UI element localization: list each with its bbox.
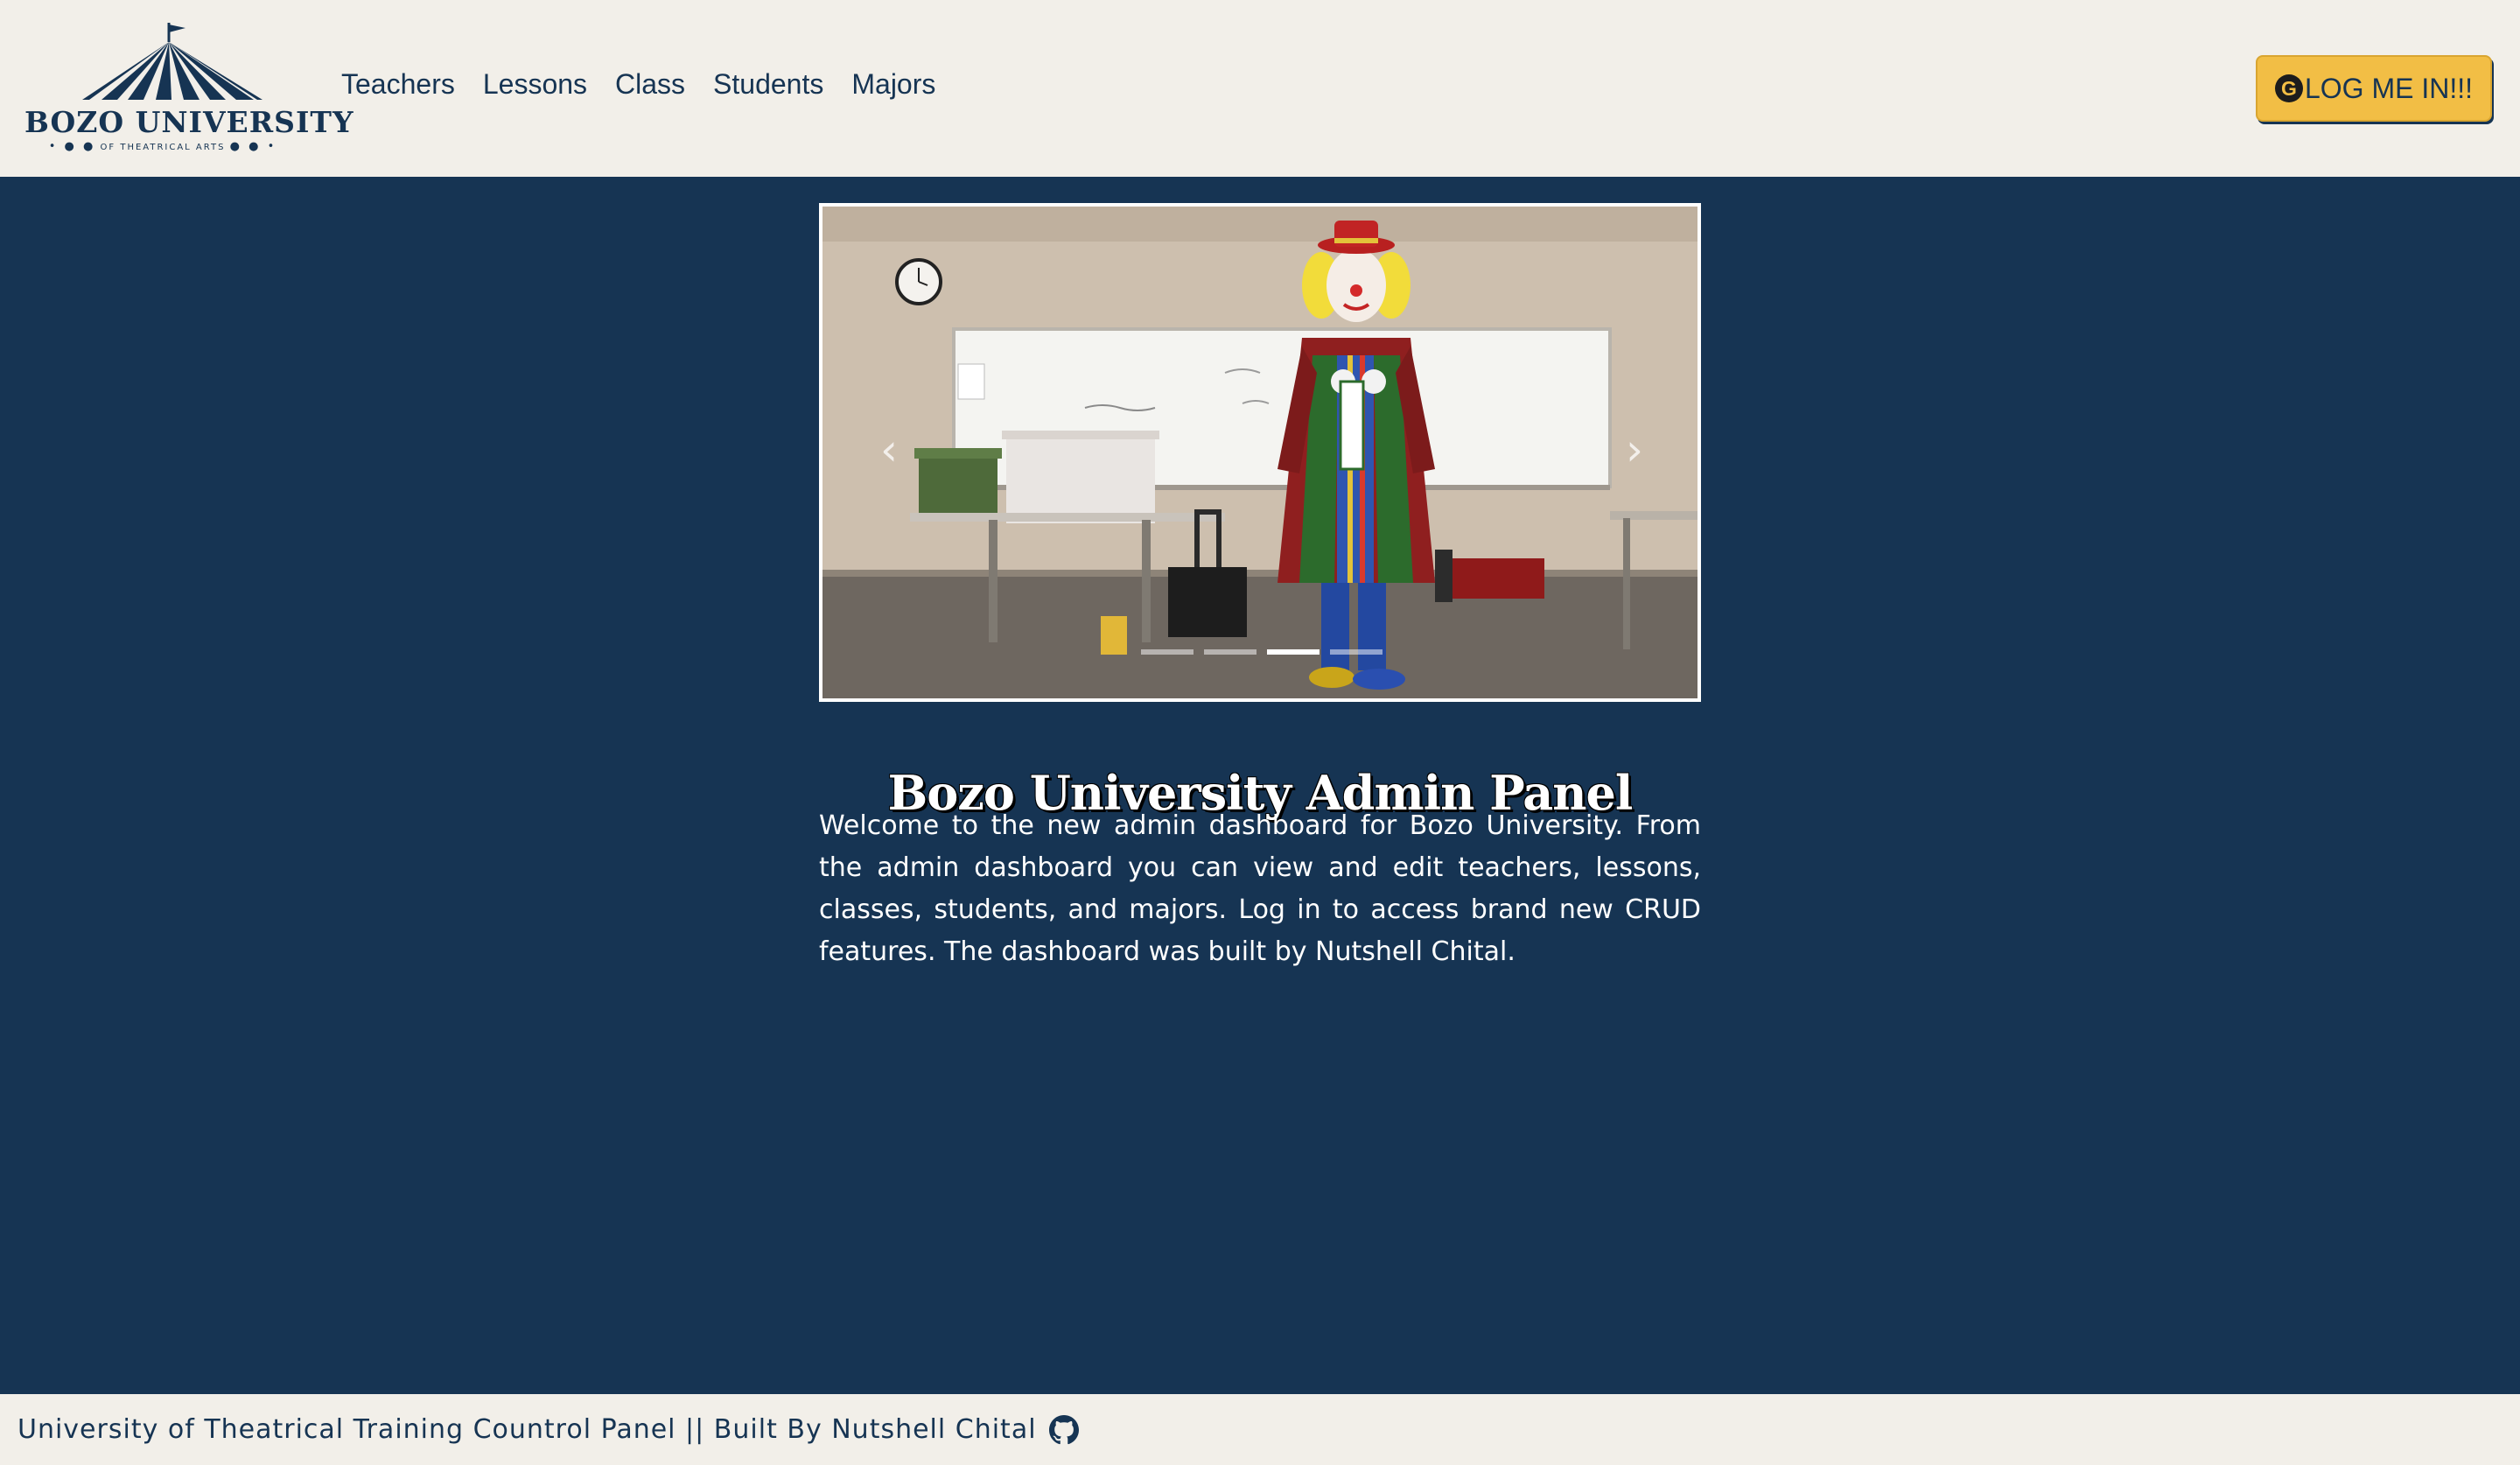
- login-button[interactable]: G LOG ME IN!!!: [2256, 55, 2492, 122]
- github-icon[interactable]: [1048, 1414, 1079, 1445]
- nav-link-students[interactable]: Students: [713, 68, 823, 101]
- brand-logo[interactable]: BOZO UNIVERSITY • ● ● OF THEATRICAL ARTS…: [24, 21, 354, 161]
- carousel-next-button[interactable]: ›: [1617, 424, 1652, 476]
- google-icon: G: [2274, 74, 2303, 102]
- decorative-dots-icon: ● ● •: [229, 140, 277, 153]
- carousel-indicator[interactable]: [1141, 649, 1194, 655]
- footer-text: University of Theatrical Training Countr…: [18, 1414, 1037, 1445]
- carousel-indicators: [1141, 649, 1382, 655]
- decorative-dots-icon: • ● ●: [48, 140, 96, 153]
- nav-link-class[interactable]: Class: [615, 68, 685, 101]
- nav-link-lessons[interactable]: Lessons: [483, 68, 587, 101]
- brand-tagline: OF THEATRICAL ARTS: [100, 143, 226, 152]
- intro-paragraph: Welcome to the new admin dashboard for B…: [819, 810, 1701, 967]
- login-button-label: LOG ME IN!!!: [2304, 72, 2474, 104]
- nav-link-teachers[interactable]: Teachers: [341, 68, 455, 101]
- brand-tagline-row: • ● ● OF THEATRICAL ARTS ● ● •: [24, 140, 301, 153]
- nav-link-majors[interactable]: Majors: [851, 68, 935, 101]
- main-nav: Teachers Lessons Class Students Majors: [341, 68, 935, 101]
- carousel-indicator-active[interactable]: [1267, 649, 1320, 655]
- image-carousel: ‹ ›: [819, 203, 1701, 702]
- carousel-slide-image: [822, 207, 1698, 698]
- carousel-indicator[interactable]: [1204, 649, 1256, 655]
- carousel-prev-button[interactable]: ‹: [872, 424, 906, 476]
- brand-name: BOZO UNIVERSITY: [24, 105, 354, 139]
- circus-tent-icon: [82, 23, 262, 100]
- navbar: BOZO UNIVERSITY • ● ● OF THEATRICAL ARTS…: [0, 0, 2520, 177]
- carousel-indicator[interactable]: [1330, 649, 1382, 655]
- footer: University of Theatrical Training Countr…: [0, 1394, 2520, 1465]
